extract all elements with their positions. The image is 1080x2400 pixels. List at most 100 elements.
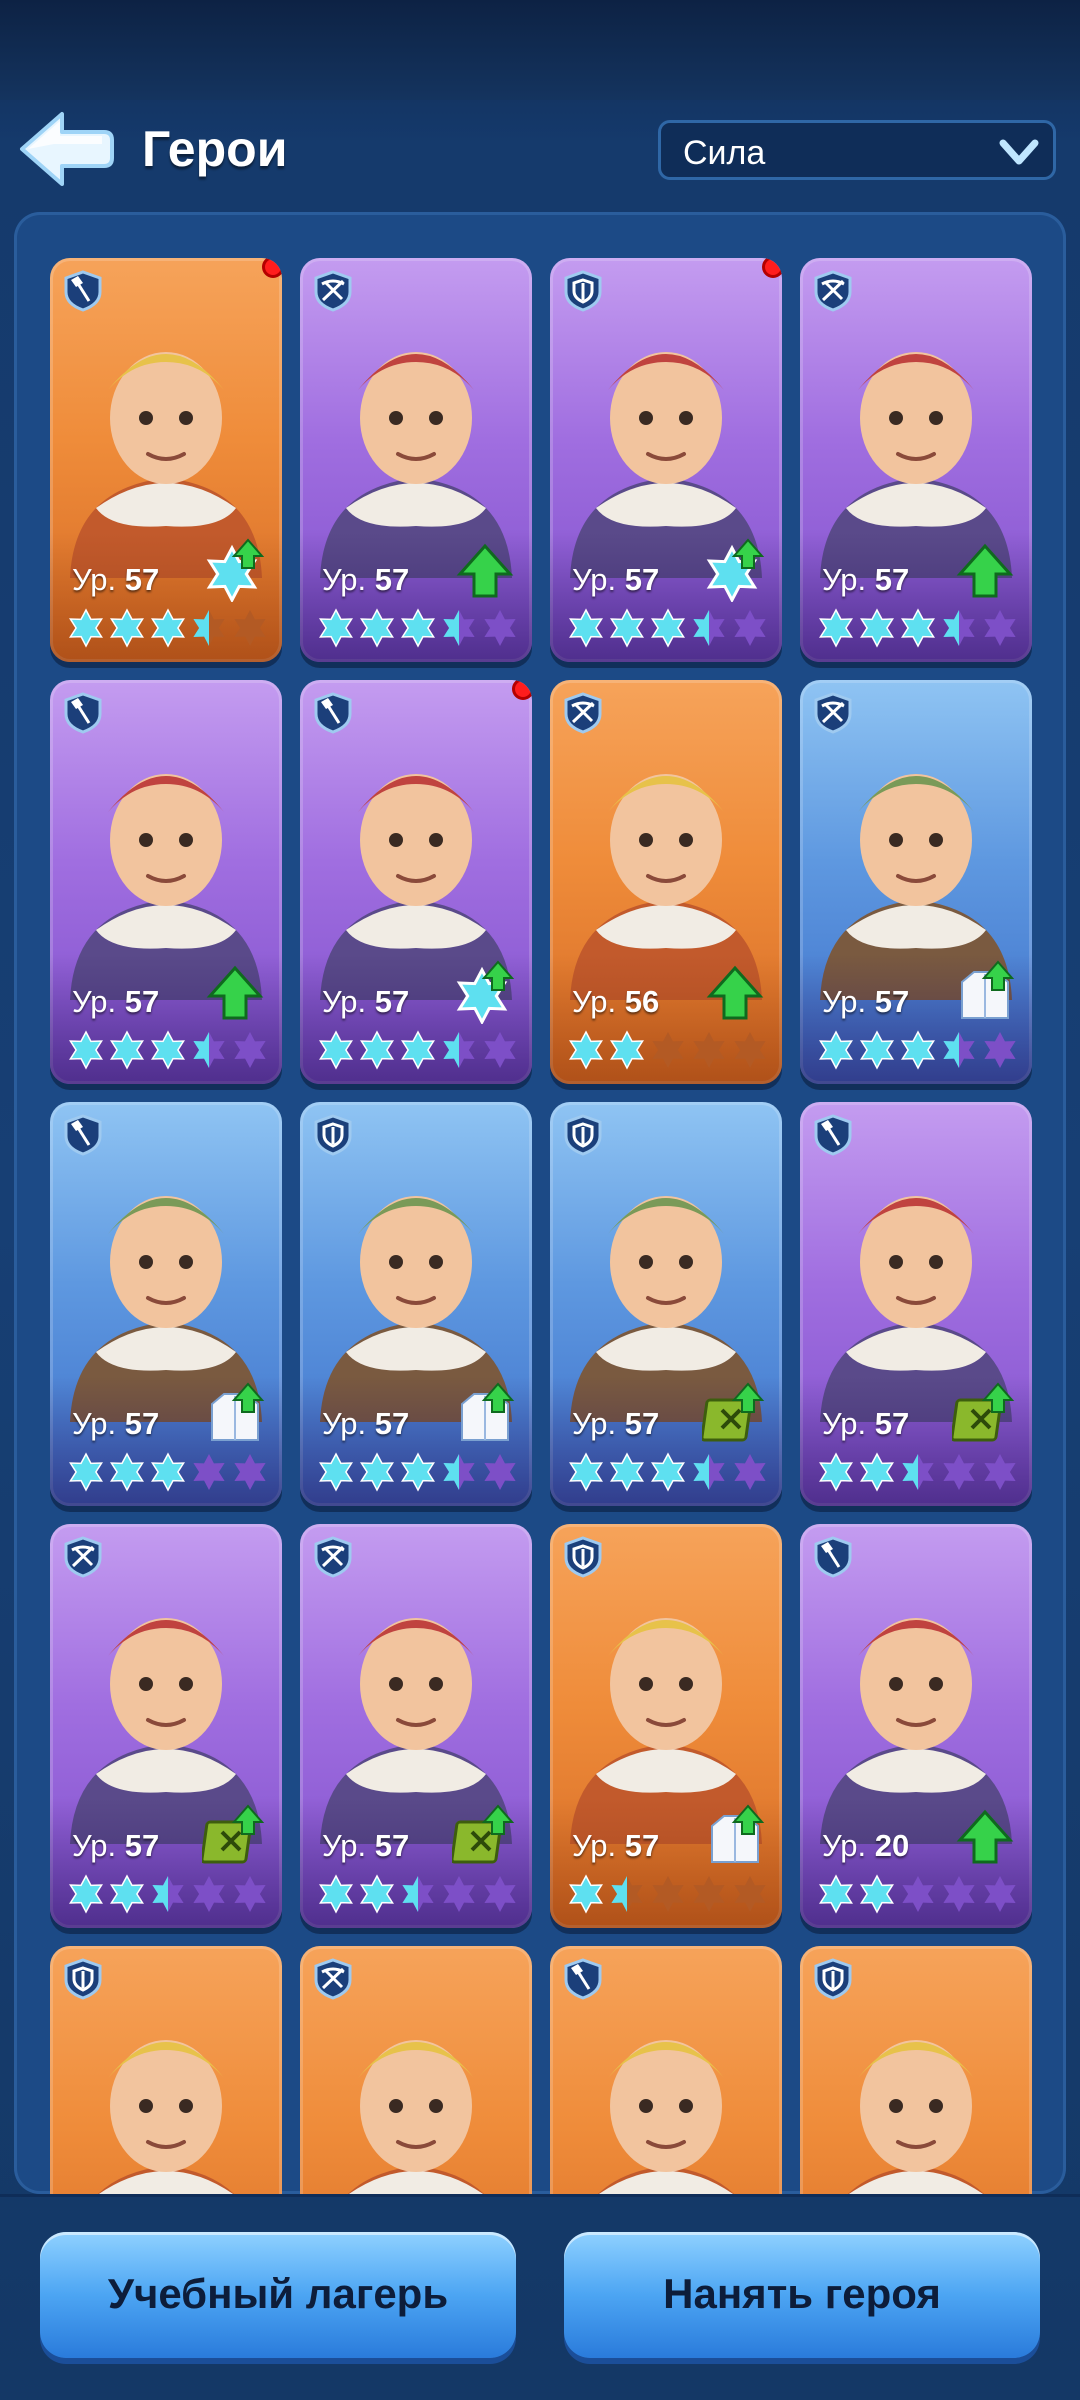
level-prefix: Ур. xyxy=(822,1828,875,1863)
star-icon xyxy=(110,1874,144,1914)
half-star-icon xyxy=(152,1876,183,1912)
star-icon xyxy=(401,1452,435,1492)
star-icon xyxy=(193,1876,225,1912)
star-rating xyxy=(319,608,516,648)
hero-card[interactable]: Ур. 57 xyxy=(800,1102,1032,1506)
hero-card[interactable]: Ур. 57 xyxy=(300,258,532,662)
level-value: 57 xyxy=(874,562,910,597)
star-icon xyxy=(443,1876,475,1912)
hero-level: Ур. 57 xyxy=(322,1406,409,1442)
star-rating xyxy=(819,1030,1016,1070)
star-icon xyxy=(569,608,603,648)
hero-card[interactable]: Ур. 57 xyxy=(300,680,532,1084)
level-prefix: Ур. xyxy=(72,1828,125,1863)
star-icon xyxy=(610,1452,644,1492)
hero-card[interactable] xyxy=(50,1946,282,2194)
notification-dot xyxy=(262,258,282,278)
hero-card[interactable]: Ур. 57 xyxy=(550,1524,782,1928)
status-bar-area xyxy=(0,0,1080,100)
star-icon xyxy=(734,610,766,646)
star-icon xyxy=(819,1030,853,1070)
hero-card[interactable]: Ур. 57 xyxy=(300,1102,532,1506)
star-icon xyxy=(360,1452,394,1492)
star-icon xyxy=(360,1874,394,1914)
sort-dropdown[interactable]: Сила xyxy=(658,120,1056,180)
star-icon xyxy=(319,1874,353,1914)
half-star-icon xyxy=(193,1032,224,1068)
hero-card[interactable]: Ур. 20 xyxy=(800,1524,1032,1928)
star-icon xyxy=(569,1452,603,1492)
crossbow-role-icon xyxy=(314,1536,352,1578)
level-value: 57 xyxy=(874,984,910,1019)
hero-card[interactable]: Ур. 57 xyxy=(800,680,1032,1084)
level-value: 56 xyxy=(624,984,660,1019)
hero-card[interactable]: Ур. 57 xyxy=(50,1102,282,1506)
star-icon xyxy=(401,608,435,648)
sort-selected-value: Сила xyxy=(683,134,766,172)
hero-level: Ур. 57 xyxy=(822,984,909,1020)
star-icon xyxy=(651,608,685,648)
shield-role-icon xyxy=(314,1114,352,1156)
level-prefix: Ур. xyxy=(572,984,625,1019)
hero-card[interactable]: Ур. 57 xyxy=(50,258,282,662)
shovel-role-icon xyxy=(814,1114,852,1156)
hero-card[interactable]: Ур. 57 xyxy=(550,258,782,662)
level-prefix: Ур. xyxy=(572,562,625,597)
shield-role-icon xyxy=(814,1958,852,2000)
star-icon xyxy=(151,1030,185,1070)
hero-level: Ур. 57 xyxy=(822,1406,909,1442)
star-icon xyxy=(234,1454,266,1490)
hero-card[interactable]: Ур. 57 xyxy=(300,1524,532,1928)
star-rating xyxy=(819,1874,1016,1914)
hero-level: Ур. 57 xyxy=(72,1406,159,1442)
star-icon xyxy=(110,1030,144,1070)
level-value: 20 xyxy=(874,1828,910,1863)
arrow-upgrade-icon xyxy=(206,965,264,1020)
hero-level: Ур. 57 xyxy=(322,984,409,1020)
hero-card[interactable] xyxy=(800,1946,1032,2194)
star-icon xyxy=(484,1454,516,1490)
hero-level: Ур. 57 xyxy=(72,1828,159,1864)
snowflake-upgrade-icon xyxy=(706,538,765,602)
shield-role-icon xyxy=(64,1958,102,2000)
hero-card[interactable]: Ур. 57 xyxy=(50,1524,282,1928)
level-prefix: Ур. xyxy=(72,984,125,1019)
star-icon xyxy=(943,1876,975,1912)
hero-card[interactable]: Ур. 56 xyxy=(550,680,782,1084)
training-camp-button[interactable]: Учебный лагерь xyxy=(40,2232,516,2358)
star-icon xyxy=(693,1032,725,1068)
star-icon xyxy=(69,608,103,648)
star-icon xyxy=(860,608,894,648)
recruit-hero-button[interactable]: Нанять героя xyxy=(564,2232,1040,2358)
hero-card[interactable]: Ур. 57 xyxy=(800,258,1032,662)
star-icon xyxy=(652,1032,684,1068)
back-arrow-icon[interactable] xyxy=(14,108,114,190)
star-icon xyxy=(734,1454,766,1490)
hero-list-panel[interactable]: Ур. 57 Ур. 57 Ур. 57 Ур. 57 Ур. 57 Ур. 57 Ур. … xyxy=(14,212,1066,2194)
hero-level: Ур. 57 xyxy=(572,1406,659,1442)
star-rating xyxy=(819,1452,1016,1492)
hero-card[interactable]: Ур. 57 xyxy=(550,1102,782,1506)
level-value: 57 xyxy=(124,1406,160,1441)
hero-card[interactable] xyxy=(550,1946,782,2194)
shovel-role-icon xyxy=(64,692,102,734)
page-title: Герои xyxy=(142,121,288,177)
star-rating xyxy=(69,1030,266,1070)
star-icon xyxy=(860,1452,894,1492)
level-prefix: Ур. xyxy=(322,562,375,597)
chevron-down-icon xyxy=(999,139,1039,165)
star-icon xyxy=(401,1030,435,1070)
hero-card[interactable]: Ур. 57 xyxy=(50,680,282,1084)
crossbow-role-icon xyxy=(314,1958,352,2000)
star-rating xyxy=(69,1874,266,1914)
half-star-icon xyxy=(693,1454,724,1490)
coat-upgrade-icon xyxy=(211,1382,265,1441)
half-star-icon xyxy=(943,1032,974,1068)
star-icon xyxy=(652,1876,684,1912)
level-prefix: Ур. xyxy=(572,1828,625,1863)
star-rating xyxy=(569,608,766,648)
star-icon xyxy=(693,1876,725,1912)
hero-card[interactable] xyxy=(300,1946,532,2194)
star-rating xyxy=(69,608,266,648)
star-icon xyxy=(819,608,853,648)
